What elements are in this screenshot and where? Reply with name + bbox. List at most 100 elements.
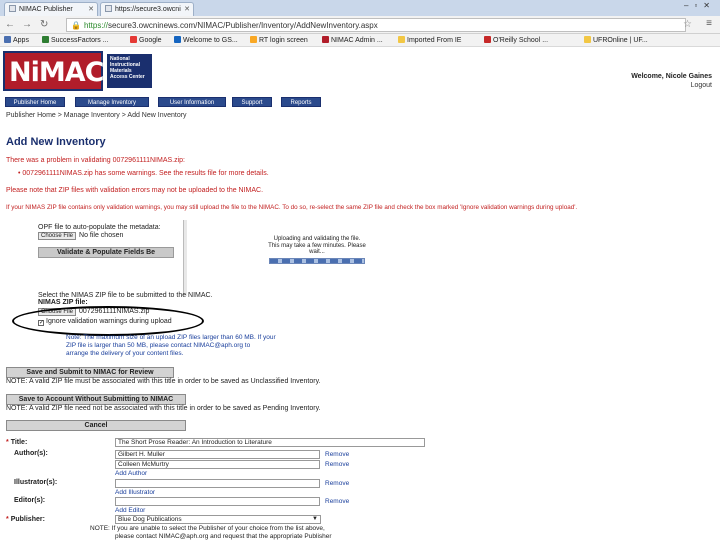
remove-author-link[interactable]: Remove bbox=[325, 461, 349, 468]
bookmark-google[interactable]: Google bbox=[130, 36, 162, 44]
opf-file-row: Choose File No file chosen bbox=[38, 232, 123, 240]
opf-no-file-text: No file chosen bbox=[79, 232, 124, 239]
remove-editor-link[interactable]: Remove bbox=[325, 498, 349, 505]
publisher-label: * Publisher: bbox=[6, 516, 45, 523]
forward-icon[interactable]: → bbox=[22, 19, 32, 30]
close-tab-icon[interactable]: ✕ bbox=[184, 5, 190, 13]
close-tab-icon[interactable]: ✕ bbox=[88, 5, 94, 13]
page-favicon-icon bbox=[105, 5, 112, 12]
tab-label: https://secure3.owcni bbox=[115, 6, 181, 13]
save-note: NOTE: A valid ZIP file need not be assoc… bbox=[6, 405, 321, 412]
remove-illustrator-link[interactable]: Remove bbox=[325, 480, 349, 487]
progress-subtitle: This may take a few minutes. Please wait… bbox=[268, 243, 366, 255]
add-editor-link[interactable]: Add Editor bbox=[115, 507, 145, 514]
opf-choose-file-button[interactable]: Choose File bbox=[38, 232, 77, 240]
size-note-line: ZIP file is larger than 50 MB, please co… bbox=[66, 342, 251, 349]
apps-icon bbox=[4, 36, 11, 43]
url-input[interactable]: 🔒 https://secure3.owcninews.com/NIMAC/Pub… bbox=[66, 18, 686, 32]
size-note-line: Note: The maximum size of an upload ZIP … bbox=[66, 334, 276, 341]
error-warning-item: • 0072961111NIMAS.zip has some warnings.… bbox=[18, 170, 269, 177]
editor-input[interactable] bbox=[115, 497, 320, 506]
bookmark-rt-login[interactable]: RT login screen bbox=[250, 36, 308, 44]
tab-label: NIMAC Publisher bbox=[19, 6, 73, 13]
bookmark-icon bbox=[42, 36, 49, 43]
logo-tagline: National Instructional Materials Access … bbox=[107, 54, 152, 88]
error-note: Please note that ZIP files with validati… bbox=[6, 187, 264, 194]
cancel-button[interactable]: Cancel bbox=[6, 420, 186, 431]
nav-publisher-home[interactable]: Publisher Home bbox=[5, 97, 65, 107]
panel-divider bbox=[183, 220, 187, 296]
menu-icon[interactable]: ≡ bbox=[706, 18, 712, 29]
address-bar-row: ← → ↻ 🔒 https://secure3.owcninews.com/NIM… bbox=[0, 16, 720, 34]
bookmark-icon bbox=[322, 36, 329, 43]
authors-label: Author(s): bbox=[14, 450, 48, 457]
author-input[interactable]: Colleen McMurtry bbox=[115, 460, 320, 469]
reload-icon[interactable]: ↻ bbox=[40, 19, 48, 30]
folder-icon bbox=[398, 36, 405, 43]
save-submit-button[interactable]: Save and Submit to NIMAC for Review bbox=[6, 367, 174, 378]
breadcrumb: Publisher Home > Manage Inventory > Add … bbox=[6, 112, 187, 119]
chevron-down-icon: ▼ bbox=[312, 516, 318, 522]
editors-label: Editor(s): bbox=[14, 497, 46, 504]
submit-note: NOTE: A valid ZIP file must be associate… bbox=[6, 378, 321, 385]
welcome-text: Welcome, Nicole Gaines bbox=[631, 73, 712, 80]
bookmark-oreilly[interactable]: O'Reilly School ... bbox=[484, 36, 548, 44]
nimac-logo[interactable]: NiMAC bbox=[3, 51, 104, 91]
bookmark-successfactors[interactable]: SuccessFactors ... bbox=[42, 36, 109, 44]
bookmarks-bar: Apps SuccessFactors ... Google Welcome t… bbox=[0, 34, 720, 47]
page-favicon-icon bbox=[9, 5, 16, 12]
remove-author-link[interactable]: Remove bbox=[325, 451, 349, 458]
site-header: NiMAC National Instructional Materials A… bbox=[0, 48, 720, 94]
opf-label: OPF file to auto-populate the metadata: bbox=[38, 224, 161, 231]
nav-manage-inventory[interactable]: Manage Inventory bbox=[75, 97, 149, 107]
zip-file-label: NIMAS ZIP file: bbox=[38, 299, 88, 306]
url-prefix: https:// bbox=[83, 21, 108, 30]
error-instruction: If your NIMAS ZIP file contains only val… bbox=[6, 204, 578, 211]
upload-progress-dialog: Uploading and validating the file. This … bbox=[262, 236, 372, 272]
size-note-line: arrange the delivery of your content fil… bbox=[66, 350, 184, 357]
bookmark-apps[interactable]: Apps bbox=[4, 36, 29, 44]
nav-support[interactable]: Support bbox=[232, 97, 272, 107]
illustrator-input[interactable] bbox=[115, 479, 320, 488]
bookmark-gs[interactable]: Welcome to GS... bbox=[174, 36, 238, 44]
add-author-link[interactable]: Add Author bbox=[115, 470, 147, 477]
title-input[interactable]: The Short Prose Reader: An Introduction … bbox=[115, 438, 425, 447]
save-to-account-button[interactable]: Save to Account Without Submitting to NI… bbox=[6, 394, 186, 405]
page-title: Add New Inventory bbox=[6, 136, 106, 148]
author-input[interactable]: Gilbert H. Muller bbox=[115, 450, 320, 459]
bookmark-imported[interactable]: Imported From IE bbox=[398, 36, 461, 44]
bookmark-icon bbox=[484, 36, 491, 43]
bookmark-icon bbox=[174, 36, 181, 43]
zip-select-instruction: Select the NIMAS ZIP file to be submitte… bbox=[38, 292, 213, 299]
progress-title: Uploading and validating the file. bbox=[273, 236, 361, 242]
title-label: * Title: bbox=[6, 439, 28, 446]
nav-user-information[interactable]: User Information bbox=[158, 97, 226, 107]
url-path: /NIMAC/Publisher/Inventory/AddNewInvento… bbox=[195, 21, 378, 30]
nav-reports[interactable]: Reports bbox=[281, 97, 321, 107]
logout-link[interactable]: Logout bbox=[691, 82, 712, 89]
highlight-oval bbox=[12, 306, 204, 336]
bookmark-icon bbox=[250, 36, 257, 43]
browser-tab-secure[interactable]: https://secure3.owcni ✕ bbox=[100, 2, 194, 16]
validate-populate-button[interactable]: Validate & Populate Fields Be bbox=[38, 247, 174, 258]
bookmark-star-icon[interactable]: ☆ bbox=[683, 19, 692, 30]
back-icon[interactable]: ← bbox=[5, 19, 15, 30]
publisher-note-line: please contact NIMAC@aph.org and request… bbox=[115, 533, 332, 540]
browser-tab-nimac[interactable]: NIMAC Publisher ✕ bbox=[4, 2, 98, 16]
illustrators-label: Illustrator(s): bbox=[14, 479, 58, 486]
publisher-note-line: NOTE: If you are unable to select the Pu… bbox=[90, 525, 325, 532]
google-icon bbox=[130, 36, 137, 43]
progress-bar bbox=[269, 258, 365, 264]
url-host: secure3.owcninews.com bbox=[107, 21, 196, 30]
window-controls[interactable]: –▫✕ bbox=[684, 1, 716, 10]
lock-icon: 🔒 bbox=[71, 21, 81, 30]
publisher-selected-value: Blue Dog Publications bbox=[118, 516, 182, 523]
add-illustrator-link[interactable]: Add Illustrator bbox=[115, 489, 155, 496]
bookmark-nimac-admin[interactable]: NIMAC Admin ... bbox=[322, 36, 383, 44]
folder-icon bbox=[584, 36, 591, 43]
error-message: There was a problem in validating 007296… bbox=[6, 157, 185, 164]
browser-tab-bar: NIMAC Publisher ✕ https://secure3.owcni … bbox=[0, 0, 720, 16]
logo-text: NiMAC bbox=[9, 57, 104, 88]
publisher-select[interactable]: Blue Dog Publications ▼ bbox=[115, 515, 321, 524]
bookmark-ufronline[interactable]: UFROnline | UF... bbox=[584, 36, 648, 44]
